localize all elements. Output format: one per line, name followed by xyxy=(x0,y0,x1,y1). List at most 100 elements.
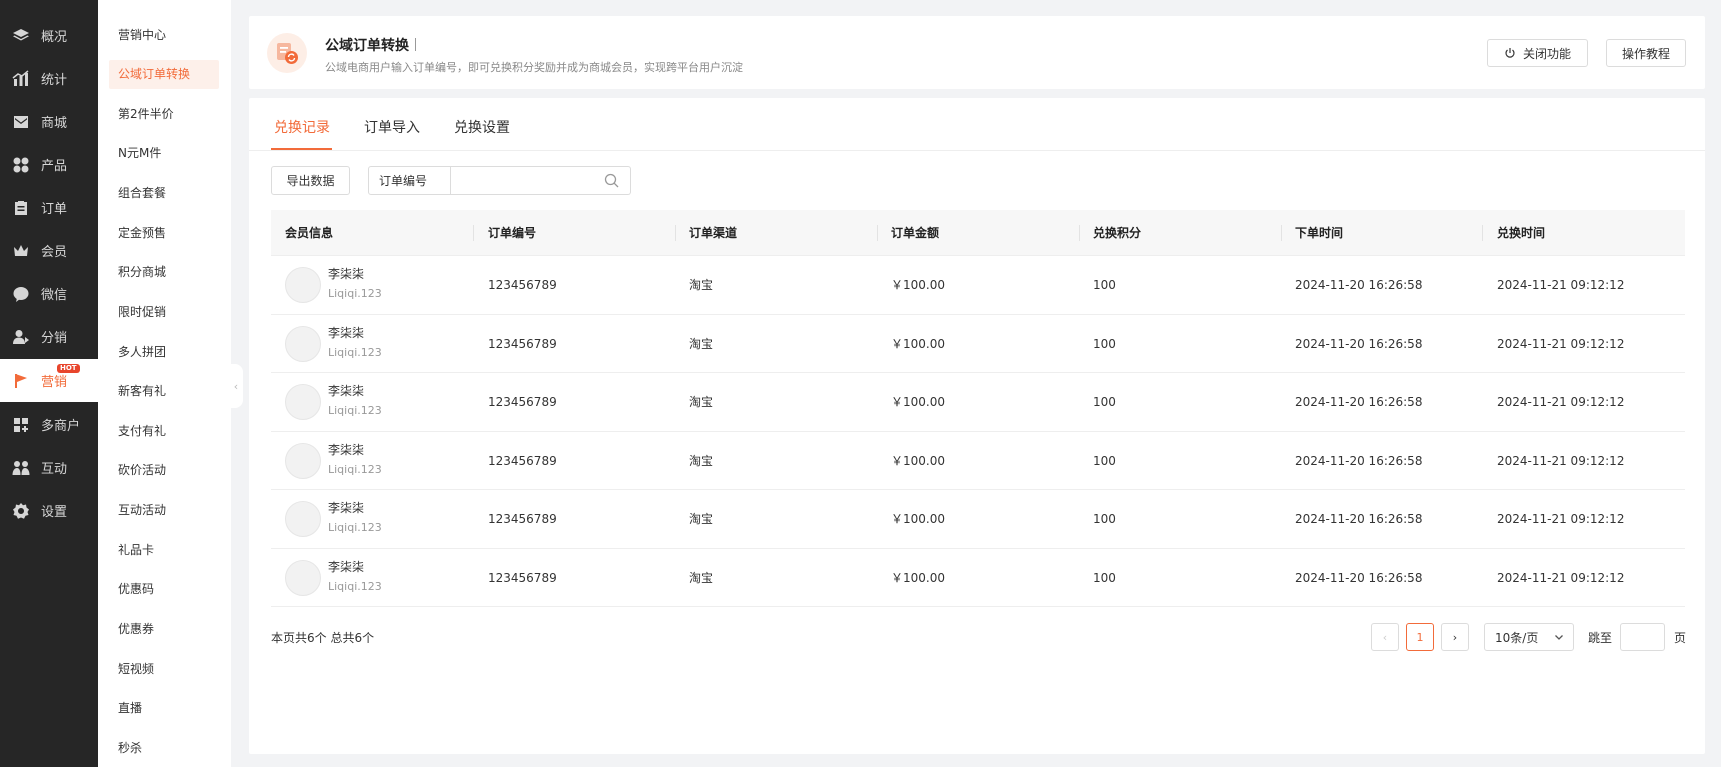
page-title: 公域订单转换 xyxy=(325,35,416,55)
subnav-item-presale[interactable]: 定金预售 xyxy=(109,219,219,248)
subnav-item-short-video[interactable]: 短视频 xyxy=(109,655,219,684)
nav-item-marketing[interactable]: 营销 HOT xyxy=(0,359,98,402)
store-icon xyxy=(12,416,30,434)
subnav-item-bundle[interactable]: 组合套餐 xyxy=(109,179,219,208)
nav-item-stats[interactable]: 统计 xyxy=(0,57,98,100)
column-divider xyxy=(1079,225,1080,241)
tab-redeem-settings[interactable]: 兑换设置 xyxy=(454,117,510,137)
search-icon[interactable] xyxy=(604,173,619,188)
order-time: 2024-11-20 16:26:58 xyxy=(1295,512,1423,526)
clipboard-icon xyxy=(12,199,30,217)
chevron-right-icon: › xyxy=(1452,630,1458,644)
subnav-item-promo-code[interactable]: 优惠码 xyxy=(109,575,219,604)
member-id: Liqiqi.123 xyxy=(328,345,382,359)
subnav-item-flash-promo[interactable]: 限时促销 xyxy=(109,298,219,327)
subnav-item-interactive[interactable]: 互动活动 xyxy=(109,496,219,525)
redeem-time: 2024-11-21 09:12:12 xyxy=(1497,395,1625,409)
member-id: Liqiqi.123 xyxy=(328,404,382,417)
order-number: 123456789 xyxy=(488,512,557,526)
order-amount: ￥100.00 xyxy=(891,395,945,409)
nav-item-orders[interactable]: 订单 xyxy=(0,186,98,229)
nav-item-wechat[interactable]: 微信 xyxy=(0,272,98,315)
close-feature-button[interactable]: 关闭功能 xyxy=(1487,39,1588,67)
nav-item-multi-merchant[interactable]: 多商户 xyxy=(0,403,98,446)
subnav-item-n-yuan-m-items[interactable]: N元M件 xyxy=(109,139,219,168)
avatar xyxy=(285,325,321,362)
tab-order-import[interactable]: 订单导入 xyxy=(364,117,420,137)
table-header: 会员信息 订单编号 订单渠道 订单金额 兑换积分 下单时间 兑换时间 xyxy=(271,210,1685,256)
page-button-current[interactable]: 1 xyxy=(1406,623,1434,651)
layers-icon xyxy=(12,27,30,45)
column-divider xyxy=(877,225,878,241)
crown-icon xyxy=(12,242,30,260)
power-icon xyxy=(1505,48,1515,58)
collapse-sidebar-handle[interactable]: ‹ xyxy=(229,364,243,408)
nav-item-label: 设置 xyxy=(41,505,68,520)
prev-page-button[interactable]: ‹ xyxy=(1371,623,1399,651)
order-channel: 淘宝 xyxy=(689,336,714,351)
next-page-button[interactable]: › xyxy=(1441,623,1469,651)
subnav-item-bargain[interactable]: 砍价活动 xyxy=(109,456,219,485)
table-row: 李柒柒 Liqiqi.123 123456789 淘宝 ￥100.00 100 … xyxy=(271,256,1685,315)
nav-item-label: 微信 xyxy=(41,288,68,303)
subnav-item-marketing-center[interactable]: 营销中心 xyxy=(109,21,219,50)
order-channel: 淘宝 xyxy=(689,453,714,468)
primary-nav: 概况 统计 商城 产品 订单 会员 微信 分销 营销 HOT 多商户 互动 设置 xyxy=(0,0,98,767)
subnav-item-group-buy[interactable]: 多人拼团 xyxy=(109,338,219,367)
order-channel: 淘宝 xyxy=(689,395,714,409)
main-content: 兑换记录 订单导入 兑换设置 导出数据 订单编号 会员信息 订单编号 订单渠道 … xyxy=(249,98,1705,754)
subnav-item-gift-card[interactable]: 礼品卡 xyxy=(109,536,219,565)
order-channel: 淘宝 xyxy=(689,570,714,585)
member-name: 李柒柒 xyxy=(328,384,365,398)
column-header: 订单金额 xyxy=(891,226,940,240)
subnav-item-points-mall[interactable]: 积分商城 xyxy=(109,258,219,287)
member-name: 李柒柒 xyxy=(328,442,365,457)
export-data-button[interactable]: 导出数据 xyxy=(271,166,350,195)
nav-item-label: 订单 xyxy=(41,202,68,217)
chevron-down-icon xyxy=(1555,635,1563,640)
avatar xyxy=(285,267,321,303)
nav-item-settings[interactable]: 设置 xyxy=(0,489,98,532)
subnav-item-second-half-price[interactable]: 第2件半价 xyxy=(109,100,219,129)
subnav-item-payment-gift[interactable]: 支付有礼 xyxy=(109,417,219,446)
redeem-time: 2024-11-21 09:12:12 xyxy=(1497,512,1625,526)
nav-item-label: 统计 xyxy=(41,73,68,88)
column-header: 会员信息 xyxy=(285,226,334,240)
member-id: Liqiqi.123 xyxy=(328,579,382,593)
redeem-points: 100 xyxy=(1093,512,1116,526)
nav-item-overview[interactable]: 概况 xyxy=(0,14,98,57)
order-amount: ￥100.00 xyxy=(891,453,945,468)
column-header: 订单编号 xyxy=(488,226,537,240)
nav-item-label: 营销 xyxy=(41,375,68,390)
nav-item-mall[interactable]: 商城 xyxy=(0,100,98,143)
subnav-item-public-order-conversion[interactable]: 公域订单转换 xyxy=(109,60,219,89)
redeem-points: 100 xyxy=(1093,395,1116,409)
jump-page-input[interactable] xyxy=(1620,623,1665,651)
nav-item-products[interactable]: 产品 xyxy=(0,143,98,186)
order-convert-logo-icon xyxy=(267,33,307,73)
nav-item-interaction[interactable]: 互动 xyxy=(0,446,98,489)
subnav-item-live[interactable]: 直播 xyxy=(109,694,219,723)
member-name: 李柒柒 xyxy=(328,559,365,574)
gear-icon xyxy=(12,502,30,520)
column-divider xyxy=(1281,225,1282,241)
page-size-select[interactable]: 10条/页 xyxy=(1484,623,1574,651)
tutorial-button[interactable]: 操作教程 xyxy=(1606,39,1686,67)
secondary-nav: 营销中心 公域订单转换 第2件半价 N元M件 组合套餐 定金预售 积分商城 限时… xyxy=(98,0,231,767)
nav-item-label: 分销 xyxy=(41,331,68,346)
redeem-points: 100 xyxy=(1093,336,1116,351)
member-name: 李柒柒 xyxy=(328,325,365,340)
nav-item-distribution[interactable]: 分销 xyxy=(0,315,98,358)
tab-redeem-records[interactable]: 兑换记录 xyxy=(274,117,330,137)
nav-item-members[interactable]: 会员 xyxy=(0,229,98,272)
pagination-summary: 本页共6个 总共6个 xyxy=(271,631,375,645)
search-field-selector[interactable]: 订单编号 xyxy=(368,166,451,195)
redeem-time: 2024-11-21 09:12:12 xyxy=(1497,453,1625,468)
redeem-points: 100 xyxy=(1093,278,1116,292)
subnav-item-coupon[interactable]: 优惠券 xyxy=(109,615,219,644)
redeem-records-table: 会员信息 订单编号 订单渠道 订单金额 兑换积分 下单时间 兑换时间 李柒柒 L… xyxy=(271,210,1685,607)
order-channel: 淘宝 xyxy=(689,512,714,526)
subnav-item-new-customer-gift[interactable]: 新客有礼 xyxy=(109,377,219,406)
subnav-item-seckill[interactable]: 秒杀 xyxy=(109,734,219,763)
member-id: Liqiqi.123 xyxy=(328,287,382,300)
